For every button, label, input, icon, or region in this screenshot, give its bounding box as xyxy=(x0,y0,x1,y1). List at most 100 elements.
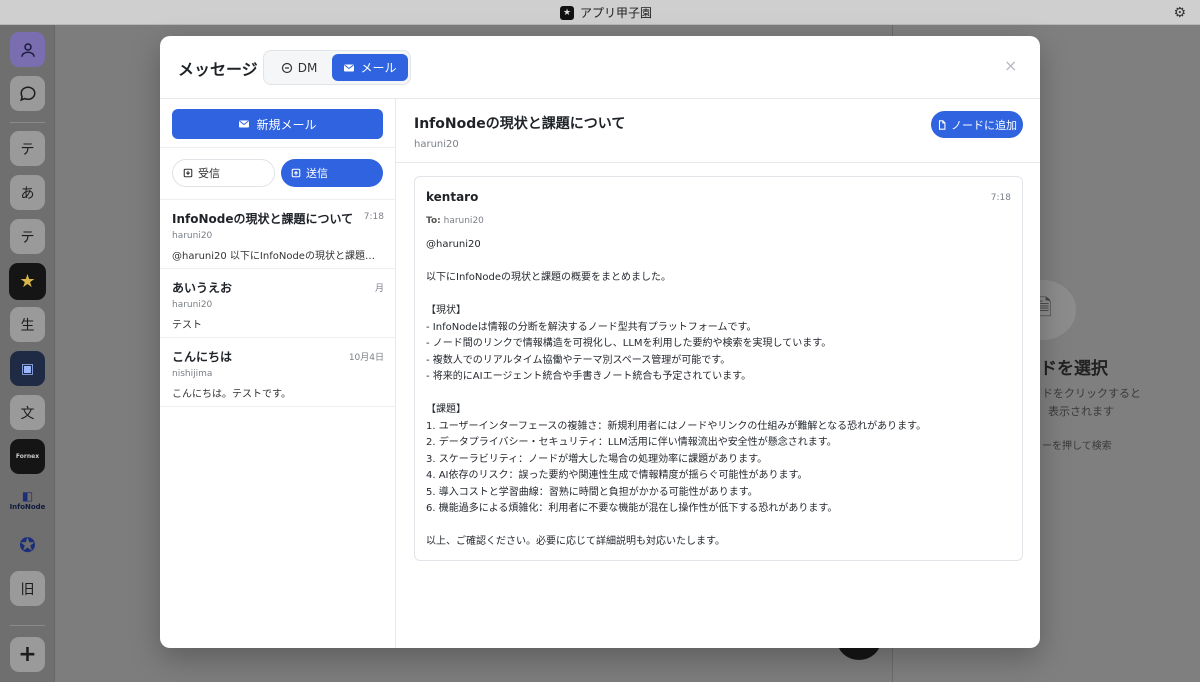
mail-list-item[interactable]: あいうえお 月 haruni20 テスト xyxy=(160,269,396,338)
rail-space-sei[interactable]: 生 xyxy=(10,307,45,342)
mail-recipient: nishijima xyxy=(172,369,213,379)
message-line: 3. スケーラビリティ：ノードが増大した場合の処理効率に課題があります。 xyxy=(426,453,768,465)
mail-list-panel: 新規メール 受信 送信 InfoNodeの現状と課題について 7:18 haru… xyxy=(160,99,396,648)
modal-title: メッセージ xyxy=(178,60,258,79)
emblem-logo-icon: ✪ xyxy=(19,532,36,557)
close-icon[interactable]: × xyxy=(1004,58,1017,74)
message-time: 7:18 xyxy=(990,193,1011,203)
app-logo-icon: ★ xyxy=(560,5,574,20)
add-to-node-button[interactable]: ノードに追加 xyxy=(931,111,1023,138)
chat-icon xyxy=(281,62,292,73)
rail-add-button[interactable]: + xyxy=(10,637,45,672)
message-line: - 複数人でのリアルタイム協働やテーマ別スペース管理が可能です。 xyxy=(426,354,731,366)
image-thumbnail-icon: ▣ xyxy=(20,360,35,377)
message-line: - InfoNodeは情報の分断を解決するノード型共有プラットフォームです。 xyxy=(426,321,757,333)
window-titlebar: ★ アプリ甲子園 ⚙ xyxy=(0,0,1200,25)
mail-detail-subject: InfoNodeの現状と課題について xyxy=(414,116,626,132)
message-line: 以下にInfoNodeの現状と課題の概要をまとめました。 xyxy=(426,272,672,283)
message-line: - ノード間のリンクで情報構造を可視化し、LLMを利用した要約や検索を実現してい… xyxy=(426,338,832,349)
rail-user-button[interactable] xyxy=(10,32,45,67)
filter-inbox-label: 受信 xyxy=(198,167,220,180)
mail-subject: あいうえお xyxy=(172,281,233,295)
infonode-logo-text: InfoNode xyxy=(9,503,46,511)
filter-sent-label: 送信 xyxy=(306,167,328,180)
tab-dm[interactable]: DM xyxy=(268,54,330,81)
message-line: 2. データプライバシー・セキュリティ：LLM活用に伴い情報流出や安全性が懸念さ… xyxy=(426,437,837,448)
message-line: 4. AI依存のリスク：誤った要約や関連性生成で情報精度が揺らぐ可能性があります… xyxy=(426,470,808,481)
message-line: 5. 導入コストと学習曲線：習熟に時間と負担がかかる可能性があります。 xyxy=(426,486,758,498)
message-line: - 将来的にAIエージェント統合や手書きノート統合も予定されています。 xyxy=(426,371,752,382)
filter-inbox-button[interactable]: 受信 xyxy=(172,159,275,187)
user-icon xyxy=(20,42,35,57)
mail-time: 10月4日 xyxy=(348,353,384,363)
message-modal: メッセージ DM メール × 新規メール 受信 送信 InfoNodeの現状と課… xyxy=(160,36,1040,648)
message-to-label: To: xyxy=(426,216,441,226)
app-title-text: アプリ甲子園 xyxy=(580,6,653,20)
rail-space-te[interactable]: テ xyxy=(10,131,45,166)
message-line: @haruni20 xyxy=(426,239,481,250)
rail-space-te-2[interactable]: テ xyxy=(10,219,45,254)
rail-chat-button[interactable] xyxy=(10,76,45,111)
message-sender: kentaro xyxy=(426,190,479,204)
add-to-node-label: ノードに追加 xyxy=(951,118,1017,132)
rail-space-infonode[interactable]: ◧ InfoNode xyxy=(9,483,46,518)
rail-space-star[interactable]: ★ xyxy=(9,263,46,300)
mail-icon xyxy=(344,64,355,71)
workspace-rail: テ あ テ ★ 生 ▣ 文 Fornex ◧ InfoNode ✪ 旧 + xyxy=(0,25,55,682)
app-title: ★ アプリ甲子園 xyxy=(560,4,652,21)
rail-space-fornex[interactable]: Fornex xyxy=(10,439,45,474)
rail-divider-bottom xyxy=(10,625,45,626)
new-mail-button[interactable]: 新規メール xyxy=(172,109,383,139)
chat-bubble-icon xyxy=(19,85,36,101)
rail-divider xyxy=(10,122,45,123)
mail-preview: @haruni20 以下にInfoNodeの現状と課題の概要をまとめました。 xyxy=(172,251,384,262)
message-line xyxy=(426,254,1016,271)
gear-icon[interactable]: ⚙ xyxy=(1173,5,1186,21)
rail-space-bun[interactable]: 文 xyxy=(10,395,45,430)
background-empty-heading: ドを選択 xyxy=(1040,359,1108,379)
divider xyxy=(160,147,396,148)
mail-list-item[interactable]: こんにちは 10月4日 nishijima こんにちは。テストです。 xyxy=(160,338,396,407)
mail-list: InfoNodeの現状と課題について 7:18 haruni20 @haruni… xyxy=(160,200,396,407)
mail-icon xyxy=(239,120,250,128)
mail-subject: InfoNodeの現状と課題について xyxy=(172,212,354,226)
mail-recipient: haruni20 xyxy=(172,300,213,310)
mail-subject: こんにちは xyxy=(172,350,233,364)
background-hint-line-3: ーを押して検索 xyxy=(1042,441,1112,452)
message-line xyxy=(426,287,1016,304)
document-icon xyxy=(938,119,946,130)
message-line: 1. ユーザーインターフェースの複雑さ：新規利用者にはノードやリンクの仕組みが難… xyxy=(426,420,927,432)
inbox-icon xyxy=(183,168,193,178)
star-logo-icon: ★ xyxy=(19,271,36,292)
message-type-toggle: DM メール xyxy=(263,50,411,85)
message-line: 6. 機能過多による煩雑化：利用者に不要な機能が混在し操作性が低下する恐れがあり… xyxy=(426,503,838,514)
rail-space-kyu[interactable]: 旧 xyxy=(10,571,45,606)
message-body: @haruni20 以下にInfoNodeの現状と課題の概要をまとめました。 【… xyxy=(426,237,1016,551)
modal-header: メッセージ DM メール × xyxy=(160,36,1040,99)
tab-mail-label: メール xyxy=(360,61,397,75)
message-line: 以上、ご確認ください。必要に応じて詳細説明も対応いたします。 xyxy=(426,536,725,547)
message-card: kentaro 7:18 To: haruni20 @haruni20 以下にI… xyxy=(414,176,1023,561)
infonode-logo-icon: ◧ xyxy=(21,489,34,503)
background-hint-line-1: ドをクリックすると xyxy=(1042,387,1141,400)
message-to-value: haruni20 xyxy=(443,216,484,226)
mail-detail-panel: InfoNodeの現状と課題について haruni20 ノードに追加 kenta… xyxy=(396,99,1040,648)
message-line: 【現状】 xyxy=(426,305,466,316)
mail-list-item[interactable]: InfoNodeの現状と課題について 7:18 haruni20 @haruni… xyxy=(160,200,396,269)
mail-time: 7:18 xyxy=(363,212,384,222)
outbox-icon xyxy=(291,168,301,178)
mail-time: 月 xyxy=(374,284,384,294)
new-mail-label: 新規メール xyxy=(256,117,317,132)
mail-detail-recipient: haruni20 xyxy=(414,139,459,150)
rail-space-emblem[interactable]: ✪ xyxy=(10,527,45,562)
background-hint-line-2: 表示されます xyxy=(1048,405,1114,418)
filter-sent-button[interactable]: 送信 xyxy=(281,159,383,187)
message-line: 【課題】 xyxy=(426,404,466,415)
tab-mail[interactable]: メール xyxy=(332,54,408,81)
mail-preview: テスト xyxy=(172,320,202,331)
mail-recipient: haruni20 xyxy=(172,231,213,241)
rail-space-a[interactable]: あ xyxy=(10,175,45,210)
rail-space-image[interactable]: ▣ xyxy=(10,351,45,386)
mail-detail-header: InfoNodeの現状と課題について haruni20 ノードに追加 xyxy=(396,99,1040,163)
message-line xyxy=(426,518,1016,535)
